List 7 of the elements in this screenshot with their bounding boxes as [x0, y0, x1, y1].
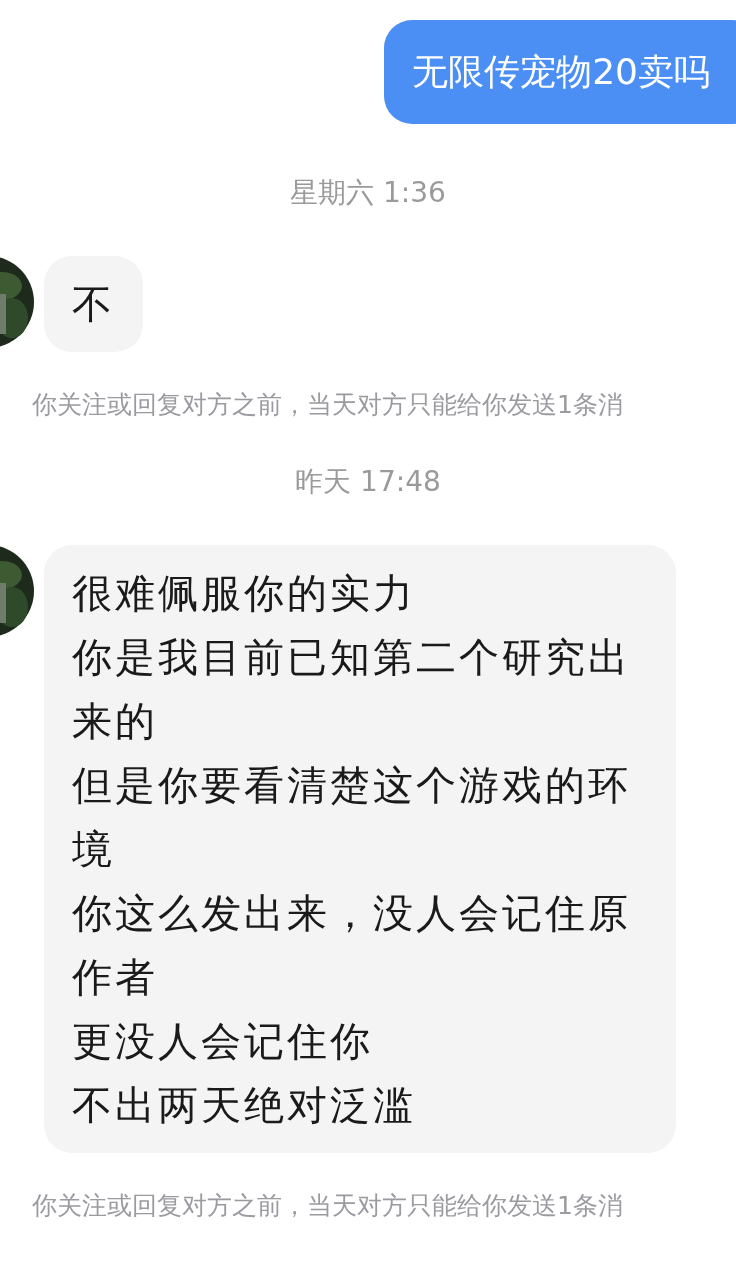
timestamp: 星期六 1:36: [290, 175, 446, 211]
sent-message-bubble: 无限传宠物20卖吗: [384, 20, 736, 124]
received-message-bubble: 很难佩服你的实力 你是我目前已知第二个研究出来的 但是你要看清楚这个游戏的环境 你这么发出来，没人会记住原作者 更没人会记住你 不出两天绝对泛滥: [44, 545, 676, 1153]
received-message-bubble: 不: [44, 256, 143, 352]
timestamp: 昨天 17:48: [295, 464, 441, 500]
notice-text: 你关注或回复对方之前，当天对方只能给你发送1条消: [32, 1191, 623, 1220]
notice-text: 你关注或回复对方之前，当天对方只能给你发送1条消: [32, 390, 623, 419]
